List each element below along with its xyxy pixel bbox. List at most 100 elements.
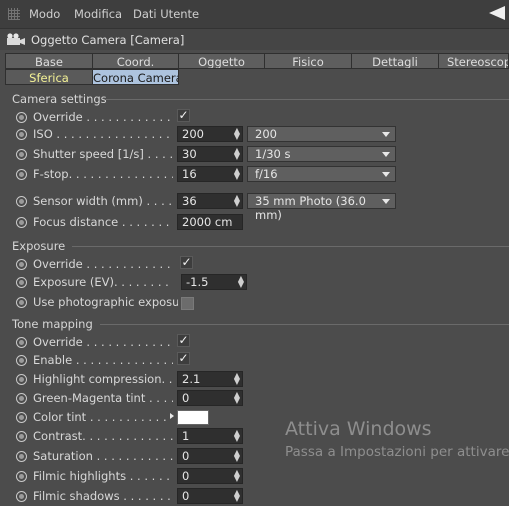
spinner-icon[interactable]: ▲ ▼ (234, 429, 240, 443)
value: 16 (182, 167, 197, 181)
spinner-icon[interactable]: ▲ ▼ (234, 391, 240, 405)
expand-arrow-icon[interactable] (170, 413, 174, 419)
value: 30 (182, 147, 197, 161)
keyframe-radio-icon[interactable] (16, 337, 27, 348)
row-iso: ISO . . . . . . . . . . . . . . . . . . … (0, 126, 509, 144)
tab-oggetto[interactable]: Oggetto (178, 53, 265, 69)
activation-watermark-subtitle: Passa a Impostazioni per attivare W (285, 444, 509, 460)
keyframe-radio-icon[interactable] (16, 393, 27, 404)
keyframe-radio-icon[interactable] (16, 297, 27, 308)
value: 0 (182, 391, 190, 405)
row-cs-override: Override . . . . . . . . . . . . . . . ✓ (0, 109, 509, 127)
override-checkbox[interactable]: ✓ (177, 334, 190, 347)
tab-fisico[interactable]: Fisico (264, 53, 352, 69)
row-photographic: Use photographic exposure (0, 294, 509, 312)
value: 1 (182, 429, 190, 443)
grip-icon[interactable] (8, 8, 20, 20)
saturation-input[interactable]: 0 ▲ ▼ (177, 448, 243, 464)
row-filmic-shadows: Filmic shadows . . . . . . . . . 0 ▲ ▼ (0, 488, 509, 506)
spinner-icon[interactable]: ▲ ▼ (238, 275, 244, 289)
label: Contrast. . . . . . . . . . . . . . . (33, 429, 173, 443)
value: 200 (255, 127, 277, 141)
override-checkbox[interactable]: ✓ (180, 256, 193, 269)
keyframe-radio-icon[interactable] (16, 217, 27, 228)
iso-preset-dropdown[interactable]: 200 (247, 126, 396, 142)
back-arrow-icon[interactable] (489, 6, 505, 20)
tab-corona-camera[interactable]: Corona Camera (92, 69, 179, 85)
tab-stereoscopic[interactable]: Stereoscopic (438, 53, 509, 69)
label: Highlight compression. . . . (33, 372, 173, 386)
label: Shutter speed [1/s] . . . . . . (33, 147, 173, 161)
section-title: Camera settings (12, 92, 107, 106)
spinner-icon[interactable]: ▲ ▼ (234, 449, 240, 463)
keyframe-radio-icon[interactable] (16, 431, 27, 442)
menu-modifica[interactable]: Modifica (74, 7, 122, 21)
sensor-preset-dropdown[interactable]: 35 mm Photo (36.0 mm) (247, 193, 396, 222)
section-title: Tone mapping (12, 317, 93, 331)
keyframe-radio-icon[interactable] (16, 451, 27, 462)
keyframe-radio-icon[interactable] (16, 196, 27, 207)
keyframe-radio-icon[interactable] (16, 259, 27, 270)
value: f/16 (255, 167, 278, 181)
ev-input[interactable]: -1.5 ▲ ▼ (181, 274, 247, 290)
chevron-down-icon (382, 152, 390, 157)
color-tint-swatch[interactable] (177, 410, 209, 425)
value: 200 (182, 127, 204, 141)
spinner-icon[interactable]: ▲ ▼ (234, 469, 240, 483)
spinner-icon[interactable]: ▲ ▼ (234, 489, 240, 503)
row-highlight: Highlight compression. . . . 2.1 ▲ ▼ (0, 371, 509, 389)
keyframe-radio-icon[interactable] (16, 129, 27, 140)
chevron-down-icon (382, 199, 390, 204)
divider (100, 324, 509, 325)
label: Use photographic exposure (33, 295, 178, 309)
fstop-preset-dropdown[interactable]: f/16 (247, 166, 396, 182)
highlight-compression-input[interactable]: 2.1 ▲ ▼ (177, 371, 243, 387)
spinner-icon[interactable]: ▲ ▼ (234, 127, 240, 141)
section-tone-mapping: Tone mapping (12, 317, 509, 331)
filmic-highlights-input[interactable]: 0 ▲ ▼ (177, 468, 243, 484)
spinner-icon[interactable]: ▲ ▼ (234, 194, 240, 208)
sensor-input[interactable]: 36 ▲ ▼ (177, 193, 243, 209)
label: Focus distance . . . . . . . . . (33, 215, 173, 229)
spinner-icon[interactable]: ▲ ▼ (234, 167, 240, 181)
label: Override . . . . . . . . . . . . . . . (33, 110, 173, 124)
override-checkbox[interactable]: ✓ (177, 109, 190, 122)
keyframe-radio-icon[interactable] (16, 149, 27, 160)
menubar: Modo Modifica Dati Utente (0, 0, 509, 29)
keyframe-radio-icon[interactable] (16, 471, 27, 482)
value: 0 (182, 449, 190, 463)
keyframe-radio-icon[interactable] (16, 412, 27, 423)
enable-checkbox[interactable]: ✓ (177, 352, 190, 365)
tab-sferica[interactable]: Sferica (5, 69, 93, 85)
keyframe-radio-icon[interactable] (16, 169, 27, 180)
photographic-exposure-checkbox[interactable] (181, 297, 194, 310)
divider (106, 99, 509, 100)
menu-dati-utente[interactable]: Dati Utente (133, 7, 199, 21)
shutter-preset-dropdown[interactable]: 1/30 s (247, 146, 396, 162)
keyframe-radio-icon[interactable] (16, 277, 27, 288)
keyframe-radio-icon[interactable] (16, 491, 27, 502)
keyframe-radio-icon[interactable] (16, 112, 27, 123)
iso-input[interactable]: 200 ▲ ▼ (177, 126, 243, 142)
green-magenta-input[interactable]: 0 ▲ ▼ (177, 390, 243, 406)
menu-modo[interactable]: Modo (29, 7, 60, 21)
tab-coord[interactable]: Coord. (92, 53, 179, 69)
tab-base[interactable]: Base (5, 53, 93, 69)
chevron-down-icon (382, 172, 390, 177)
row-sensor: Sensor width (mm) . . . . . . . 36 ▲▼ 35 … (0, 193, 509, 222)
tab-dettagli[interactable]: Dettagli (351, 53, 439, 69)
spinner-icon[interactable]: ▲ ▼ (234, 147, 240, 161)
filmic-shadows-input[interactable]: 0 ▲ ▼ (177, 488, 243, 504)
label: Filmic shadows . . . . . . . . . (33, 489, 173, 503)
fstop-input[interactable]: 16 ▲ ▼ (177, 166, 243, 182)
contrast-input[interactable]: 1 ▲ ▼ (177, 428, 243, 444)
focus-input[interactable]: 2000 cm (177, 214, 243, 230)
shutter-input[interactable]: 30 ▲ ▼ (177, 146, 243, 162)
spinner-icon[interactable]: ▲ ▼ (234, 372, 240, 386)
keyframe-radio-icon[interactable] (16, 374, 27, 385)
divider (72, 246, 509, 247)
keyframe-radio-icon[interactable] (16, 355, 27, 366)
label: ISO . . . . . . . . . . . . . . . . . . … (33, 127, 173, 141)
row-shutter: Shutter speed [1/s] . . . . . . 30 ▲ ▼ 1/3… (0, 146, 509, 164)
row-enable: Enable . . . . . . . . . . . . . . . . ✓ (0, 352, 509, 370)
